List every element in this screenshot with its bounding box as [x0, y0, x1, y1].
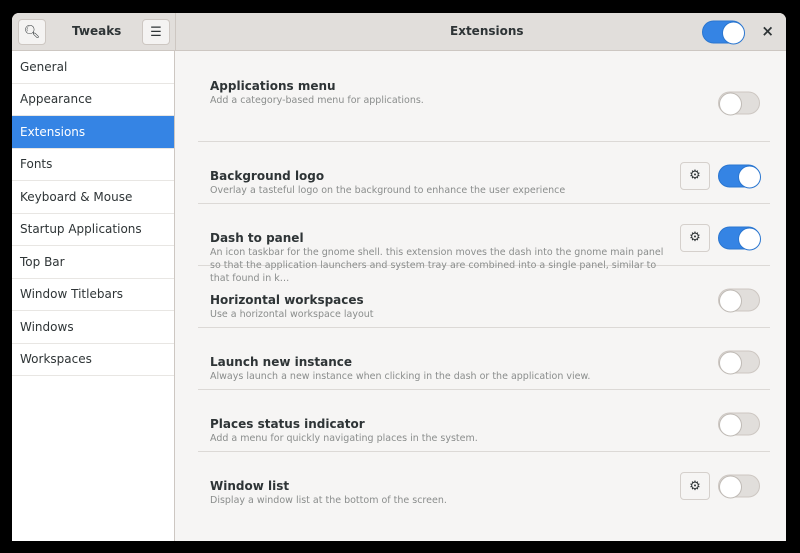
- header-bar: 🔍︎ Tweaks ☰ Extensions ×: [12, 13, 786, 51]
- sidebar-item-workspaces[interactable]: Workspaces: [12, 344, 174, 376]
- sidebar-item-window-titlebars[interactable]: Window Titlebars: [12, 279, 174, 311]
- settings-button[interactable]: ⚙: [680, 161, 710, 190]
- extension-name: Applications menu: [210, 79, 336, 93]
- extension-description: Overlay a tasteful logo on the backgroun…: [210, 185, 566, 196]
- extension-toggle[interactable]: [718, 350, 760, 375]
- extension-toggle[interactable]: [718, 226, 761, 251]
- extension-row: Launch new instance Always launch a new …: [198, 328, 770, 390]
- extension-toggle[interactable]: [718, 91, 760, 116]
- extension-name: Places status indicator: [210, 417, 365, 431]
- gear-icon: ⚙: [689, 478, 701, 494]
- search-icon: 🔍︎: [23, 24, 41, 40]
- app-title: Tweaks: [72, 24, 122, 38]
- settings-button[interactable]: ⚙: [680, 223, 710, 252]
- extension-description: Add a category-based menu for applicatio…: [210, 95, 424, 106]
- sidebar-item-general[interactable]: General: [12, 51, 174, 84]
- extension-description: Display a window list at the bottom of t…: [210, 495, 447, 506]
- page-title: Extensions: [450, 24, 524, 38]
- hamburger-menu-icon: ☰: [150, 24, 162, 40]
- search-button[interactable]: 🔍︎: [18, 19, 46, 45]
- extension-row: Dash to panel An icon taskbar for the gn…: [198, 204, 770, 284]
- extensions-master-toggle[interactable]: [702, 20, 745, 45]
- extension-row: Window list Display a window list at the…: [198, 452, 770, 514]
- extension-toggle[interactable]: [718, 288, 760, 313]
- menu-button[interactable]: ☰: [142, 19, 170, 45]
- extension-description: Add a menu for quickly navigating places…: [210, 433, 478, 444]
- sidebar: General Appearance Extensions Fonts Keyboard…: [12, 51, 175, 541]
- settings-button[interactable]: ⚙: [680, 472, 710, 501]
- extension-toggle[interactable]: [718, 164, 761, 189]
- extension-description: Use a horizontal workspace layout: [210, 309, 374, 320]
- extension-toggle[interactable]: [718, 474, 760, 499]
- extension-toggle[interactable]: [718, 412, 760, 437]
- extension-name: Launch new instance: [210, 355, 353, 369]
- extension-name: Horizontal workspaces: [210, 293, 364, 307]
- extension-row: Horizontal workspaces Use a horizontal w…: [198, 266, 770, 328]
- sidebar-item-startup-applications[interactable]: Startup Applications: [12, 214, 174, 246]
- tweaks-window: 🔍︎ Tweaks ☰ Extensions × General Appearan…: [12, 13, 786, 541]
- extension-description: Always launch a new instance when clicki…: [210, 371, 591, 382]
- sidebar-item-keyboard-mouse[interactable]: Keyboard & Mouse: [12, 181, 174, 214]
- extension-row: Applications menu Add a category-based m…: [198, 51, 770, 142]
- sidebar-item-fonts[interactable]: Fonts: [12, 149, 174, 181]
- sidebar-item-extensions[interactable]: Extensions: [12, 116, 174, 149]
- extension-row: Places status indicator Add a menu for q…: [198, 390, 770, 452]
- gear-icon: ⚙: [689, 230, 701, 246]
- close-button[interactable]: ×: [761, 22, 774, 40]
- sidebar-item-top-bar[interactable]: Top Bar: [12, 246, 174, 279]
- extensions-list: Applications menu Add a category-based m…: [198, 51, 770, 514]
- sidebar-item-windows[interactable]: Windows: [12, 311, 174, 344]
- extension-row: Background logo Overlay a tasteful logo …: [198, 142, 770, 204]
- sidebar-item-appearance[interactable]: Appearance: [12, 84, 174, 116]
- gear-icon: ⚙: [689, 168, 701, 184]
